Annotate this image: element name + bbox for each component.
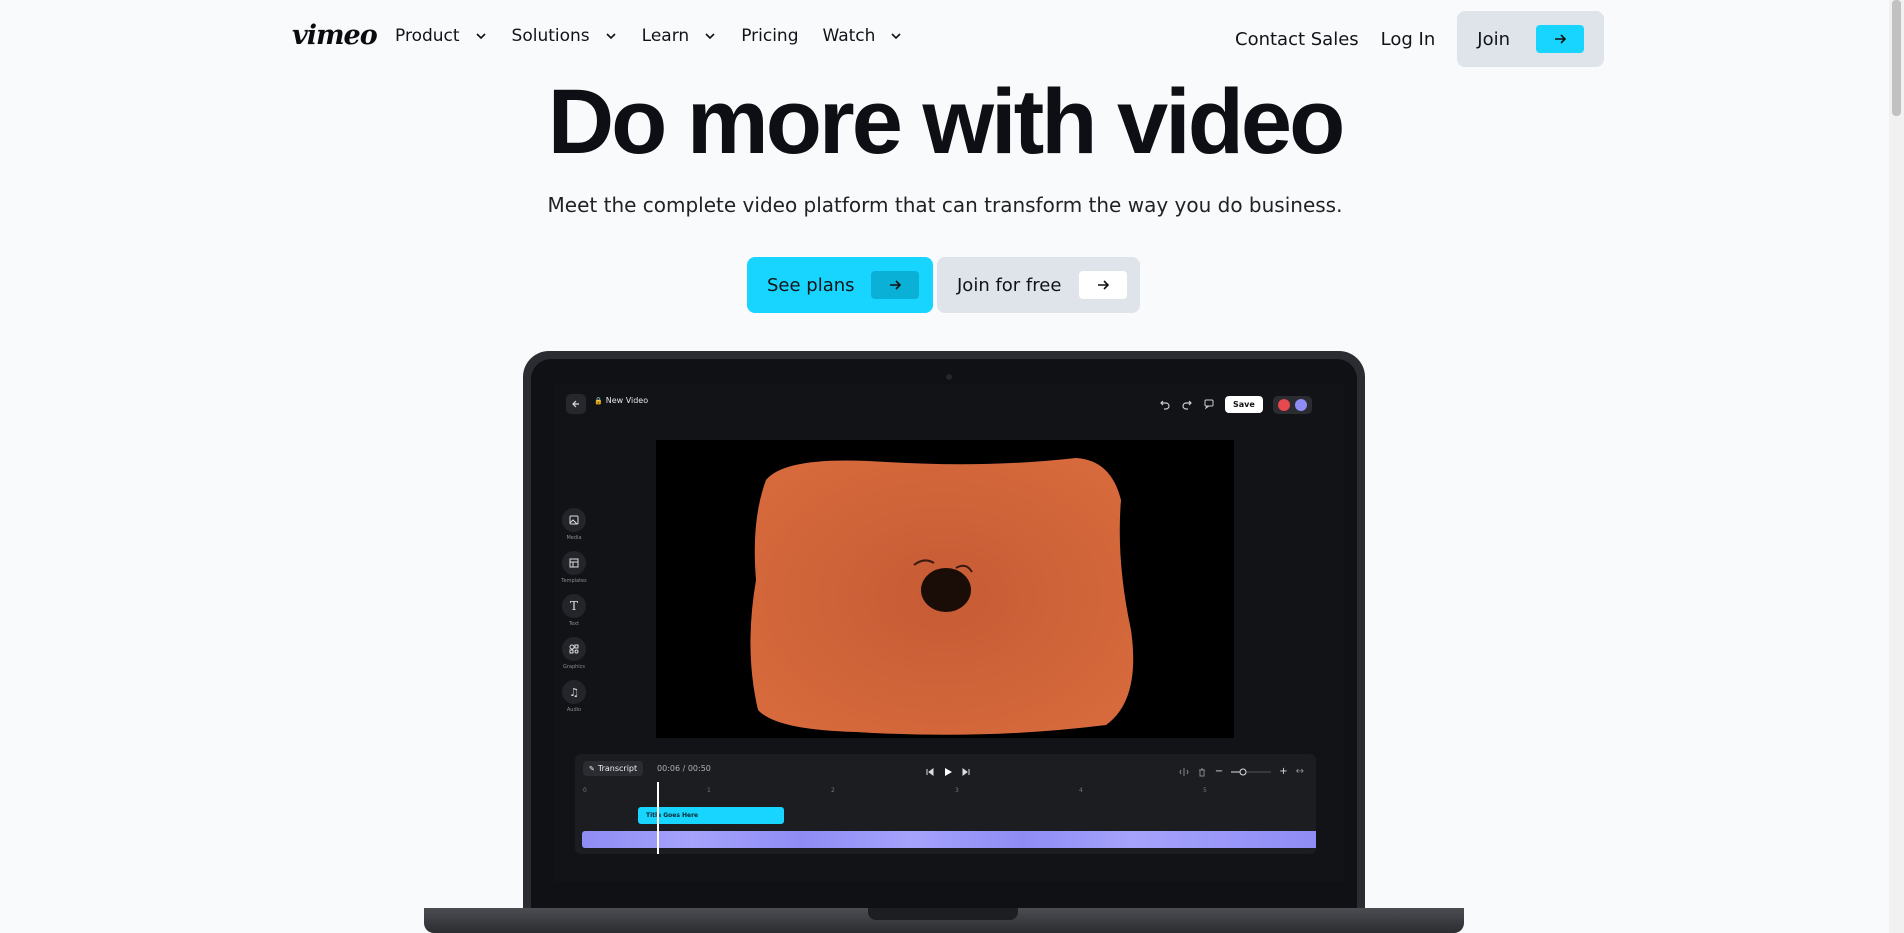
join-free-label: Join for free	[957, 274, 1062, 296]
nav-solutions[interactable]: Solutions	[512, 26, 618, 46]
sidebar-label: Media	[566, 535, 582, 541]
sidebar-item-text[interactable]: T Text	[562, 594, 586, 627]
ruler-tick: 4	[1079, 787, 1083, 794]
sidebar-item-graphics[interactable]: Graphics	[562, 637, 586, 670]
transcript-icon: ✎	[589, 764, 595, 773]
arrow-right-icon	[1536, 25, 1584, 53]
nav-pricing[interactable]: Pricing	[741, 26, 798, 46]
editor-toolbar: Save	[1159, 395, 1312, 414]
join-free-button[interactable]: Join for free	[937, 257, 1140, 313]
image-icon	[562, 508, 586, 532]
timeline-panel: ✎ Transcript 00:06 / 00:50 − + ↔ 0 1 2 3 …	[575, 754, 1316, 854]
sidebar-item-templates[interactable]: Templates	[561, 551, 587, 584]
camera-dot	[946, 374, 952, 380]
see-plans-button[interactable]: See plans	[747, 257, 933, 313]
chevron-down-icon	[604, 29, 618, 43]
playback-controls	[925, 762, 971, 781]
chevron-down-icon	[474, 29, 488, 43]
avatar	[1294, 398, 1307, 411]
nav-watch[interactable]: Watch	[823, 26, 904, 46]
title-clip[interactable]: Title Goes Here	[638, 807, 784, 824]
vimeo-logo[interactable]: vimeo	[292, 20, 378, 51]
join-label: Join	[1477, 28, 1510, 50]
timecode: 00:06 / 00:50	[657, 764, 711, 773]
doc-title: New Video	[605, 396, 649, 405]
chevron-down-icon	[889, 29, 903, 43]
hero-title: Do more with video	[547, 71, 1346, 173]
top-nav: vimeo Product Solutions Learn Pricing Wa…	[0, 0, 1904, 76]
zoom-out-icon[interactable]: −	[1215, 766, 1223, 777]
shapes-icon	[562, 637, 586, 661]
preview-artwork	[750, 458, 1134, 735]
split-icon[interactable]	[1179, 762, 1189, 781]
sidebar-label: Text	[568, 621, 580, 627]
ruler-tick: 2	[831, 787, 835, 794]
zoom-in-icon[interactable]: +	[1279, 766, 1287, 777]
zoom-slider[interactable]	[1231, 762, 1272, 781]
redo-icon[interactable]	[1181, 395, 1193, 414]
back-arrow-icon[interactable]	[566, 394, 586, 414]
chevron-down-icon	[703, 29, 717, 43]
music-icon: ♫	[562, 680, 586, 704]
layout-icon	[562, 551, 586, 575]
save-button[interactable]: Save	[1225, 396, 1263, 413]
comment-icon[interactable]	[1203, 395, 1215, 414]
skip-back-icon[interactable]	[925, 762, 935, 781]
page-scrollbar[interactable]	[1889, 0, 1904, 933]
video-preview[interactable]	[656, 440, 1234, 738]
ruler-tick: 5	[1203, 787, 1207, 794]
trash-icon[interactable]	[1197, 762, 1207, 781]
join-button[interactable]: Join	[1457, 11, 1604, 67]
editor-sidebar: Media Templates T Text Graphics ♫ Audio	[561, 508, 587, 723]
timeline-ruler: 0 1 2 3 4 5	[583, 787, 1316, 797]
scrollbar-thumb[interactable]	[1892, 0, 1901, 116]
avatar	[1277, 398, 1290, 411]
editor-title: 🔒 New Video	[594, 396, 648, 405]
nav-learn[interactable]: Learn	[642, 26, 718, 46]
skip-forward-icon[interactable]	[961, 762, 971, 781]
see-plans-label: See plans	[767, 274, 855, 296]
nav-actions: Contact Sales Log In Join	[1235, 11, 1604, 67]
arrow-right-icon	[870, 271, 919, 299]
main-menu: Product Solutions Learn Pricing Watch	[395, 26, 927, 46]
sidebar-label: Audio	[566, 707, 582, 713]
hero-subtitle: Meet the complete video platform that ca…	[547, 193, 1343, 217]
undo-icon[interactable]	[1159, 395, 1171, 414]
title-clip-label: Title Goes Here	[646, 812, 699, 819]
sidebar-item-media[interactable]: Media	[562, 508, 586, 541]
sidebar-label: Templates	[561, 578, 587, 584]
laptop-notch	[868, 908, 1018, 920]
collaborators[interactable]	[1272, 395, 1312, 414]
text-icon: T	[562, 594, 586, 618]
contact-sales-link[interactable]: Contact Sales	[1235, 29, 1359, 50]
sidebar-item-audio[interactable]: ♫ Audio	[562, 680, 586, 713]
ruler-tick: 0	[583, 787, 587, 794]
ruler-tick: 3	[955, 787, 959, 794]
lock-icon: 🔒	[594, 396, 603, 405]
transcript-button[interactable]: ✎ Transcript	[583, 761, 644, 776]
arrow-right-icon	[1079, 271, 1128, 299]
nav-product[interactable]: Product	[395, 26, 488, 46]
login-link[interactable]: Log In	[1381, 29, 1436, 50]
video-clip-track[interactable]	[582, 831, 1316, 848]
timeline-tools: − + ↔	[1179, 762, 1304, 781]
ruler-tick: 1	[707, 787, 711, 794]
playhead[interactable]	[657, 782, 659, 854]
transcript-label: Transcript	[597, 764, 638, 773]
video-editor-screen: 🔒 New Video Save Media Templates T Text Gr…	[554, 384, 1344, 882]
play-icon[interactable]	[943, 762, 953, 781]
sidebar-label: Graphics	[562, 664, 586, 670]
expand-icon[interactable]: ↔	[1296, 766, 1304, 777]
